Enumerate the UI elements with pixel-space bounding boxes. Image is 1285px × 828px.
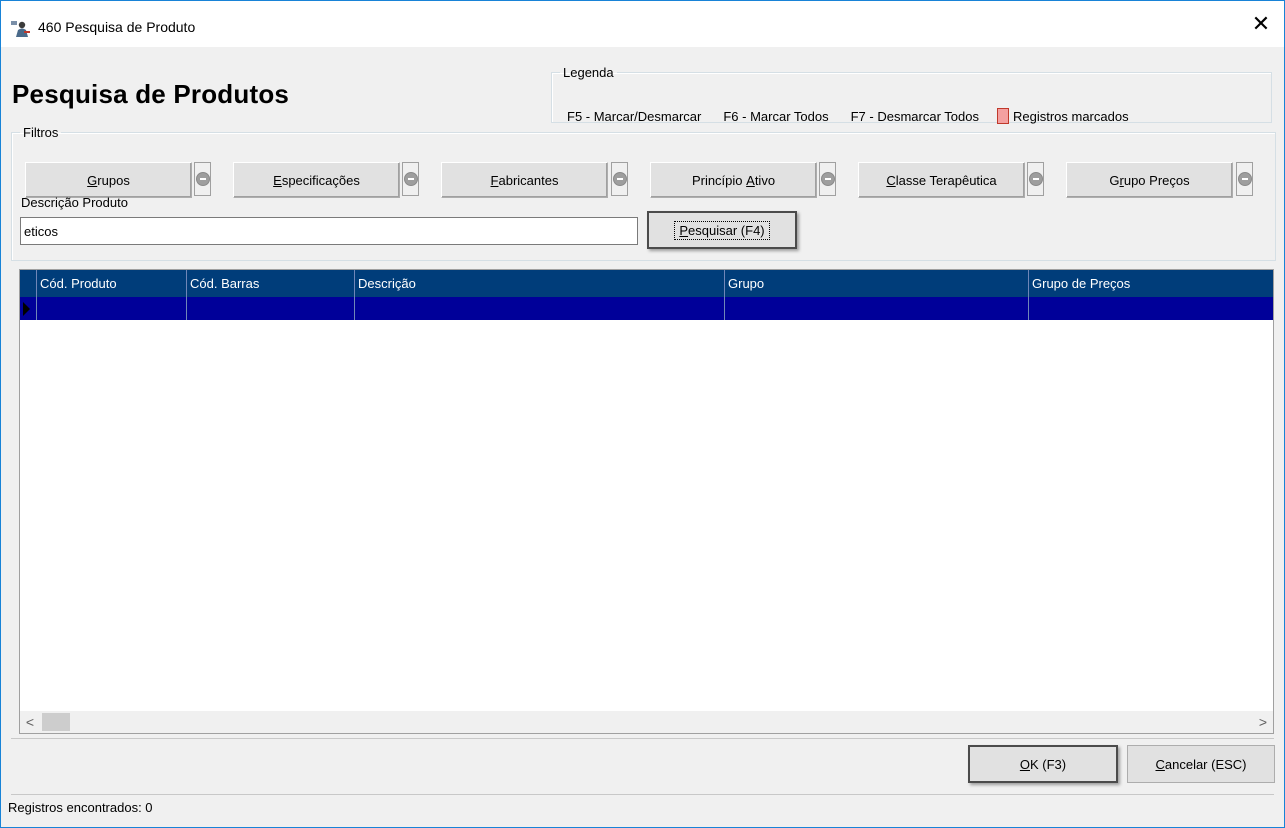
legend-group: Legenda F5 - Marcar/Desmarcar F6 - Marca… — [551, 65, 1272, 124]
filter-principio-ativo-button[interactable]: Princípio Ativo — [650, 162, 817, 198]
minus-circle-icon — [195, 172, 210, 186]
description-label: Descrição Produto — [21, 195, 128, 210]
legend-f6: F6 - Marcar Todos — [723, 108, 829, 124]
column-header-grupo-precos[interactable]: Grupo de Preços — [1029, 270, 1274, 297]
minus-circle-icon — [612, 172, 627, 186]
status-text: Registros encontrados: 0 — [8, 800, 153, 815]
scroll-right-icon[interactable]: > — [1253, 711, 1273, 733]
column-header-cod-barras[interactable]: Cód. Barras — [187, 270, 355, 297]
column-header-cod-produto[interactable]: Cód. Produto — [37, 270, 187, 297]
legend-marked: Registros marcados — [1012, 108, 1129, 124]
filter-buttons-row: Grupos Especificações Fabricantes Princí… — [25, 162, 1275, 198]
row-pointer-icon — [23, 302, 30, 316]
marked-swatch — [996, 108, 1009, 124]
filter-fabricantes-button[interactable]: Fabricantes — [441, 162, 608, 198]
grid-header: Cód. Produto Cód. Barras Descrição Grupo… — [20, 270, 1273, 297]
minus-circle-icon — [1028, 172, 1043, 186]
minus-circle-icon — [820, 172, 835, 186]
filters-title: Filtros — [23, 125, 59, 140]
cancel-button[interactable]: Cancelar (ESC) — [1127, 745, 1275, 783]
legend-items: F5 - Marcar/Desmarcar F6 - Marcar Todos … — [567, 108, 1129, 124]
row-indicator — [20, 297, 37, 320]
divider — [11, 738, 1274, 739]
table-row[interactable] — [20, 297, 1273, 320]
column-header-grupo[interactable]: Grupo — [725, 270, 1029, 297]
legend-title: Legenda — [563, 65, 614, 80]
dialog-window: 460 Pesquisa de Produto ✕ Pesquisa de Pr… — [0, 0, 1285, 828]
column-header-descricao[interactable]: Descrição — [355, 270, 725, 297]
user-search-icon — [11, 20, 31, 38]
clear-especificacoes-button[interactable] — [402, 162, 419, 196]
clear-fabricantes-button[interactable] — [611, 162, 628, 196]
horizontal-scrollbar[interactable]: < > — [20, 711, 1273, 733]
filter-grupos-button[interactable]: Grupos — [25, 162, 192, 198]
legend-f7: F7 - Desmarcar Todos — [850, 108, 979, 124]
title-bar: 460 Pesquisa de Produto ✕ — [1, 1, 1284, 47]
minus-circle-icon — [403, 172, 418, 186]
filter-grupo-precos-button[interactable]: Gr upo Preços — [1066, 162, 1233, 198]
clear-principio-ativo-button[interactable] — [819, 162, 836, 196]
status-divider — [11, 794, 1274, 795]
clear-grupo-precos-button[interactable] — [1236, 162, 1253, 196]
scroll-left-icon[interactable]: < — [20, 711, 40, 733]
clear-classe-terapeutica-button[interactable] — [1027, 162, 1044, 196]
legend-f5: F5 - Marcar/Desmarcar — [567, 108, 702, 124]
page-title: Pesquisa de Produtos — [12, 79, 290, 109]
minus-circle-icon — [1237, 172, 1252, 186]
close-icon[interactable]: ✕ — [1238, 1, 1284, 47]
results-grid[interactable]: Cód. Produto Cód. Barras Descrição Grupo… — [19, 269, 1274, 734]
scroll-thumb[interactable] — [42, 713, 70, 731]
filter-classe-terapeutica-button[interactable]: Classe Terapêutica — [858, 162, 1025, 198]
ok-button[interactable]: OK (F3) — [968, 745, 1118, 783]
search-button[interactable]: Pesquisar (F4) — [647, 211, 797, 249]
description-input[interactable] — [20, 217, 638, 245]
window-title: 460 Pesquisa de Produto — [38, 19, 196, 35]
clear-grupos-button[interactable] — [194, 162, 211, 196]
filter-especificacoes-button[interactable]: Especificações — [233, 162, 400, 198]
